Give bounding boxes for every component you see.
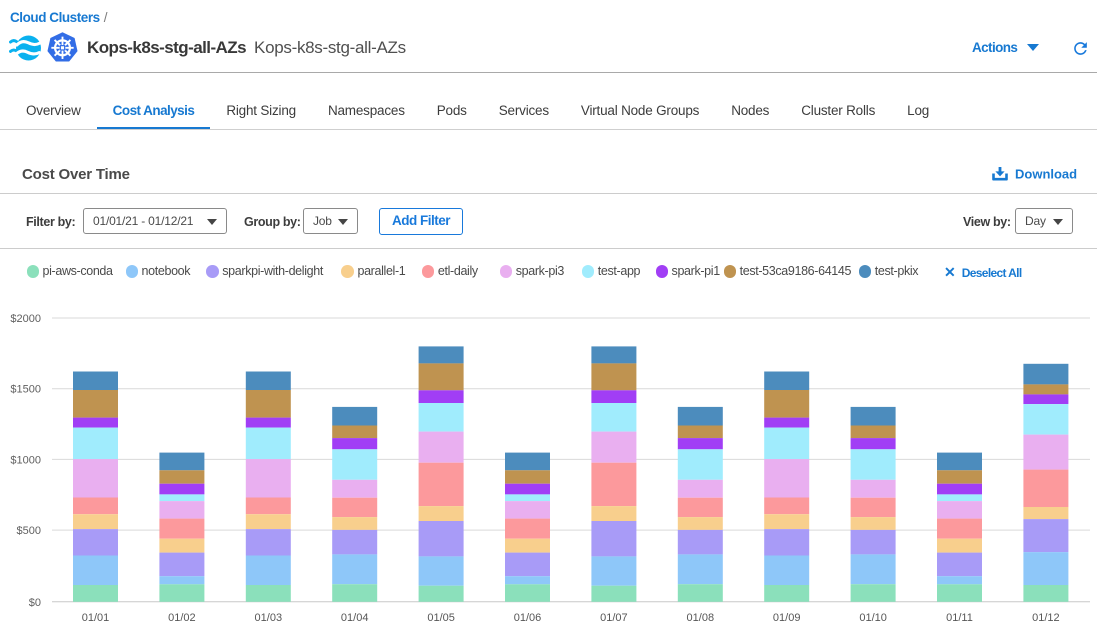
svg-text:01/05: 01/05 <box>427 612 455 624</box>
svg-text:01/01: 01/01 <box>82 612 110 624</box>
svg-text:01/08: 01/08 <box>687 612 715 624</box>
svg-text:01/02: 01/02 <box>168 612 196 624</box>
svg-text:01/09: 01/09 <box>773 612 801 624</box>
svg-text:01/03: 01/03 <box>255 612 283 624</box>
svg-text:01/04: 01/04 <box>341 612 369 624</box>
svg-text:$2000: $2000 <box>10 313 41 325</box>
svg-text:01/12: 01/12 <box>1032 612 1060 624</box>
svg-text:01/10: 01/10 <box>859 612 887 624</box>
svg-text:$0: $0 <box>29 597 41 609</box>
svg-text:$1000: $1000 <box>10 454 41 466</box>
svg-text:01/07: 01/07 <box>600 612 628 624</box>
svg-text:01/06: 01/06 <box>514 612 542 624</box>
svg-text:$500: $500 <box>17 525 41 537</box>
svg-text:$1500: $1500 <box>10 384 41 396</box>
svg-text:01/11: 01/11 <box>946 612 973 624</box>
